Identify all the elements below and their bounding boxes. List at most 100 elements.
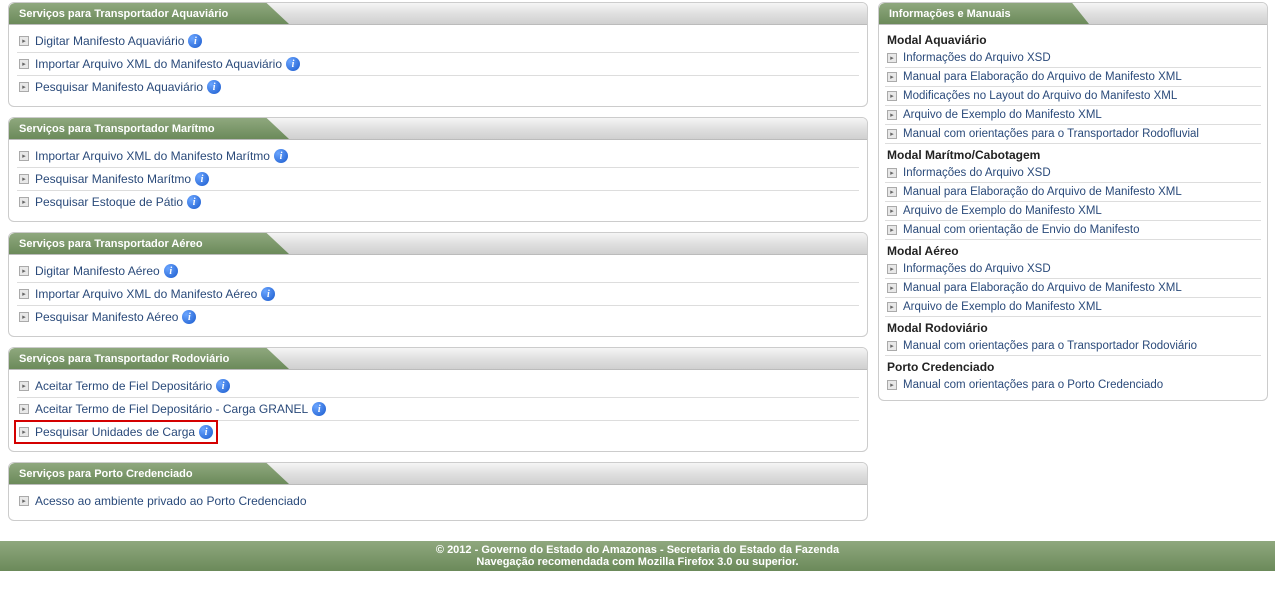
manual-link-row[interactable]: Arquivo de Exemplo do Manifesto XML [885,298,1261,317]
service-link-label[interactable]: Aceitar Termo de Fiel Depositário [35,379,212,393]
arrow-icon [887,129,897,139]
panel-body: Digitar Manifesto Aéreo Importar Arquivo … [9,255,867,336]
service-link-row[interactable]: Pesquisar Unidades de Carga [17,421,859,443]
manual-link-label[interactable]: Manual para Elaboração do Arquivo de Man… [903,282,1182,294]
service-link-label[interactable]: Pesquisar Estoque de Pátio [35,195,183,209]
arrow-icon [887,187,897,197]
panel-header: Serviços para Transportador Marítmo [9,118,867,140]
panel-title: Informações e Manuais [889,8,1011,20]
service-link-row[interactable]: Pesquisar Manifesto Marítmo [17,168,859,191]
service-link-label[interactable]: Digitar Manifesto Aéreo [35,264,160,278]
highlight-box: Pesquisar Unidades de Carga [14,420,218,444]
info-icon[interactable] [216,379,230,393]
service-link-label[interactable]: Acesso ao ambiente privado ao Porto Cred… [35,494,307,508]
manual-link-label[interactable]: Arquivo de Exemplo do Manifesto XML [903,109,1102,121]
info-icon[interactable] [187,195,201,209]
manual-link-label[interactable]: Informações do Arquivo XSD [903,52,1051,64]
manual-link-label[interactable]: Informações do Arquivo XSD [903,263,1051,275]
arrow-icon [887,91,897,101]
manual-link-label[interactable]: Modificações no Layout do Arquivo do Man… [903,90,1177,102]
info-icon[interactable] [164,264,178,278]
arrow-icon [19,36,29,46]
arrow-icon [887,110,897,120]
arrow-icon [887,283,897,293]
arrow-icon [19,381,29,391]
arrow-icon [19,289,29,299]
service-link-label[interactable]: Pesquisar Manifesto Marítmo [35,172,191,186]
manual-link-row[interactable]: Informações do Arquivo XSD [885,49,1261,68]
info-icon[interactable] [312,402,326,416]
service-link-label[interactable]: Importar Arquivo XML do Manifesto Aéreo [35,287,257,301]
panel-header: Serviços para Transportador Aquaviário [9,3,867,25]
arrow-icon [19,312,29,322]
manual-link-label[interactable]: Manual com orientações para o Transporta… [903,128,1199,140]
arrow-icon [19,82,29,92]
manual-link-row[interactable]: Manual para Elaboração do Arquivo de Man… [885,183,1261,202]
service-link-row[interactable]: Digitar Manifesto Aéreo [17,260,859,283]
service-panel: Serviços para Transportador Aquaviário Di… [8,2,868,107]
manual-link-label[interactable]: Manual para Elaboração do Arquivo de Man… [903,71,1182,83]
manual-link-row[interactable]: Arquivo de Exemplo do Manifesto XML [885,202,1261,221]
manual-link-row[interactable]: Manual para Elaboração do Arquivo de Man… [885,68,1261,87]
service-panel: Serviços para Porto Credenciado Acesso ao… [8,462,868,521]
panel-header: Serviços para Transportador Aéreo [9,233,867,255]
panel-body: Aceitar Termo de Fiel Depositário Aceitar… [9,370,867,451]
service-link-row[interactable]: Pesquisar Estoque de Pátio [17,191,859,213]
service-link-row[interactable]: Pesquisar Manifesto Aéreo [17,306,859,328]
manual-link-label[interactable]: Manual com orientações para o Transporta… [903,340,1197,352]
info-icon[interactable] [195,172,209,186]
info-icon[interactable] [188,34,202,48]
footer-line-1: © 2012 - Governo do Estado do Amazonas -… [0,544,1275,556]
service-link-row[interactable]: Importar Arquivo XML do Manifesto Aéreo [17,283,859,306]
arrow-icon [19,266,29,276]
service-link-row[interactable]: Importar Arquivo XML do Manifesto Marítm… [17,145,859,168]
service-link-row[interactable]: Importar Arquivo XML do Manifesto Aquavi… [17,53,859,76]
arrow-icon [887,206,897,216]
panel-title: Serviços para Transportador Marítmo [19,123,215,135]
arrow-icon [887,302,897,312]
manual-link-row[interactable]: Manual com orientações para o Transporta… [885,337,1261,356]
info-icon[interactable] [261,287,275,301]
arrow-icon [887,264,897,274]
manual-link-label[interactable]: Manual para Elaboração do Arquivo de Man… [903,186,1182,198]
service-link-label[interactable]: Digitar Manifesto Aquaviário [35,34,184,48]
service-link-label[interactable]: Importar Arquivo XML do Manifesto Marítm… [35,149,270,163]
info-icon[interactable] [207,80,221,94]
manual-link-row[interactable]: Arquivo de Exemplo do Manifesto XML [885,106,1261,125]
manual-link-row[interactable]: Manual com orientação de Envio do Manife… [885,221,1261,240]
manual-link-row[interactable]: Manual com orientações para o Transporta… [885,125,1261,144]
service-link-row[interactable]: Aceitar Termo de Fiel Depositário [17,375,859,398]
service-link-row[interactable]: Digitar Manifesto Aquaviário [17,30,859,53]
panel-body: Modal Aquaviário Informações do Arquivo X… [879,25,1267,400]
section-heading: Modal Aéreo [885,240,1261,260]
service-link-label[interactable]: Aceitar Termo de Fiel Depositário - Carg… [35,402,308,416]
panel-header: Serviços para Porto Credenciado [9,463,867,485]
manual-link-label[interactable]: Manual com orientação de Envio do Manife… [903,224,1140,236]
manual-link-row[interactable]: Informações do Arquivo XSD [885,164,1261,183]
service-link-row[interactable]: Acesso ao ambiente privado ao Porto Cred… [17,490,859,512]
manual-link-label[interactable]: Arquivo de Exemplo do Manifesto XML [903,205,1102,217]
service-link-label[interactable]: Pesquisar Unidades de Carga [35,425,195,439]
manual-link-row[interactable]: Modificações no Layout do Arquivo do Man… [885,87,1261,106]
info-panel: Informações e Manuais Modal Aquaviário Inf… [878,2,1268,401]
info-icon[interactable] [286,57,300,71]
arrow-icon [887,380,897,390]
manual-link-row[interactable]: Manual com orientações para o Porto Cred… [885,376,1261,394]
panel-title: Serviços para Transportador Aquaviário [19,8,228,20]
service-panel: Serviços para Transportador RodoviárioAc… [8,347,868,452]
manual-link-label[interactable]: Arquivo de Exemplo do Manifesto XML [903,301,1102,313]
service-link-label[interactable]: Pesquisar Manifesto Aéreo [35,310,178,324]
manual-link-label[interactable]: Informações do Arquivo XSD [903,167,1051,179]
service-link-row[interactable]: Pesquisar Manifesto Aquaviário [17,76,859,98]
section-heading: Modal Aquaviário [885,29,1261,49]
manual-link-row[interactable]: Manual para Elaboração do Arquivo de Man… [885,279,1261,298]
manual-link-row[interactable]: Informações do Arquivo XSD [885,260,1261,279]
info-icon[interactable] [182,310,196,324]
service-link-label[interactable]: Pesquisar Manifesto Aquaviário [35,80,203,94]
arrow-icon [19,197,29,207]
service-link-row[interactable]: Aceitar Termo de Fiel Depositário - Carg… [17,398,859,421]
info-icon[interactable] [274,149,288,163]
service-link-label[interactable]: Importar Arquivo XML do Manifesto Aquavi… [35,57,282,71]
info-icon[interactable] [199,425,213,439]
manual-link-label[interactable]: Manual com orientações para o Porto Cred… [903,379,1163,391]
